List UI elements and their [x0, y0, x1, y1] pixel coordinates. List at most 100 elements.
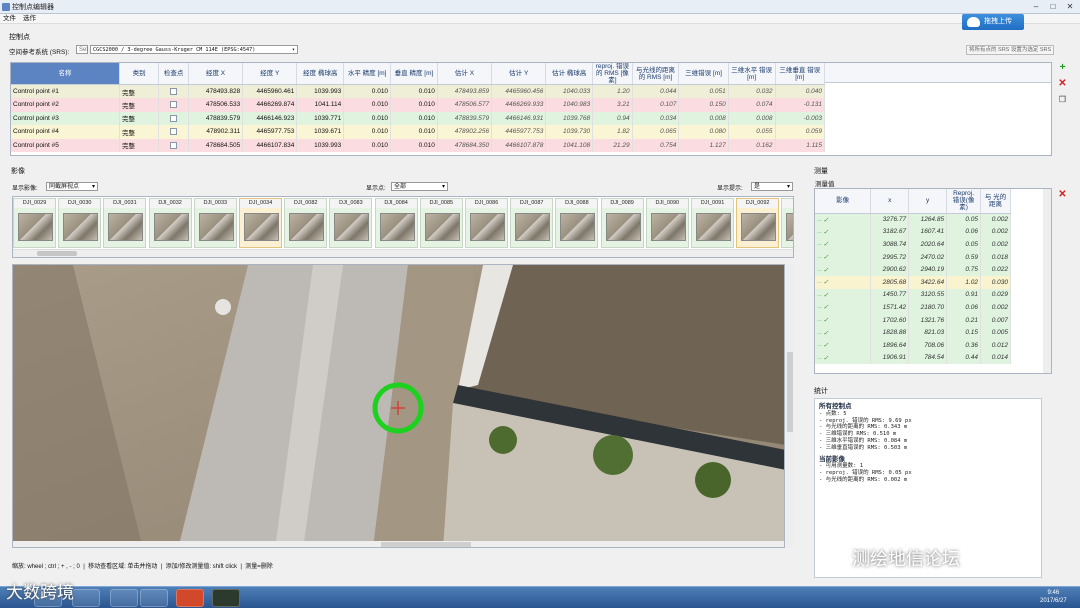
measurement-row[interactable]: ·· ✓ 2805.68 3422.64 1.02 0.030 [815, 275, 1011, 289]
measurement-row[interactable]: ·· ✓ 1828.88 821.03 0.15 0.005 [815, 326, 1011, 339]
checkpoint-checkbox[interactable] [170, 87, 178, 95]
measure-col-header[interactable]: 影像 [815, 189, 872, 214]
measure-col-header[interactable]: x [870, 189, 910, 214]
measurement-row[interactable]: ·· ✓ 2995.72 2470.02 0.59 0.018 [815, 250, 1011, 264]
gcp-col-header[interactable]: 类别 [119, 63, 160, 85]
gcp-row[interactable]: Control point #5 完整 478684.505 4466107.834 1… [11, 138, 826, 152]
add-point-icon[interactable]: + [1057, 63, 1068, 74]
gcp-col-header[interactable]: 垂直 精度 [m] [390, 63, 438, 85]
show-hint-select[interactable]: 是 ▾ [751, 182, 793, 191]
gcp-col-header[interactable]: 水平 精度 [m] [343, 63, 392, 85]
show-points-select[interactable]: 全部 ▾ [391, 182, 448, 191]
gcp-row[interactable]: Control point #4 完整 478902.311 4465977.753 1… [11, 125, 826, 139]
checkpoint-checkbox[interactable] [170, 141, 178, 149]
gcp-cell[interactable]: 478684.505 [188, 138, 244, 152]
gcp-cell[interactable]: 0.010 [343, 98, 392, 112]
gcp-cell[interactable]: 0.010 [343, 84, 392, 98]
gcp-cell[interactable]: 完整 [119, 138, 160, 152]
measurement-row[interactable]: ·· ✓ 2900.62 2940.19 0.75 0.022 [815, 263, 1011, 276]
measurement-row[interactable]: ·· ✓ 1906.91 784.54 0.44 0.014 [815, 351, 1011, 365]
gcp-cell[interactable]: 0.010 [343, 125, 392, 139]
copy-icon[interactable]: ❐ [1057, 95, 1068, 106]
gcp-cell[interactable]: 0.010 [390, 111, 438, 125]
gcp-cell[interactable]: 0.010 [390, 138, 438, 152]
measurement-row[interactable]: ·· ✓ 1571.42 2180.70 0.06 0.002 [815, 301, 1011, 314]
gcp-col-header[interactable]: 估计 椭球高 [545, 63, 594, 85]
viewer-v-thumb[interactable] [787, 352, 793, 432]
measurement-row[interactable]: ·· ✓ 3182.67 1607.41 0.06 0.002 [815, 225, 1011, 239]
gcp-cell[interactable]: 4465977.753 [242, 125, 298, 139]
gcp-row[interactable]: Control point #2 完整 478506.533 4466269.874 1… [11, 98, 826, 112]
gcp-cell[interactable]: 4466146.923 [242, 111, 298, 125]
taskbar-app3-icon[interactable] [140, 589, 168, 607]
viewer-h-scrollbar[interactable] [13, 541, 784, 547]
gcp-col-header[interactable]: 三维错误 [m] [678, 63, 729, 85]
image-thumbnail[interactable]: DJI_0087 [510, 198, 554, 248]
menu-action[interactable]: 选作 [23, 14, 36, 24]
viewer-v-scrollbar[interactable] [786, 264, 794, 548]
gcp-cell[interactable]: 完整 [119, 84, 160, 98]
minimize-button[interactable]: – [1028, 1, 1044, 12]
image-thumbnail[interactable]: DJI_0084 [374, 198, 418, 248]
gcp-col-header[interactable]: 名称 [11, 63, 120, 85]
measurement-row[interactable]: ·· ✓ 3088.74 2020.64 0.05 0.002 [815, 238, 1011, 251]
gcp-cell[interactable]: 1041.114 [296, 98, 345, 112]
gcp-cell[interactable]: 1039.993 [296, 138, 345, 152]
checkpoint-checkbox-cell[interactable] [158, 98, 189, 112]
gcp-col-header[interactable]: 经度 椭球高 [296, 63, 345, 85]
image-thumbnail[interactable]: DJI_0089 [600, 198, 644, 248]
gcp-cell[interactable]: 478902.311 [188, 125, 244, 139]
gcp-cell[interactable]: Control point #4 [11, 125, 120, 139]
measure-col-header[interactable]: Reproj. 错误(像素) [946, 189, 982, 214]
checkpoint-checkbox-cell[interactable] [158, 111, 189, 125]
gcp-col-header[interactable]: 三维水平 错误 [m] [728, 63, 776, 85]
gcp-cell[interactable]: Control point #2 [11, 98, 120, 112]
measurement-row[interactable]: ·· ✓ 1702.60 1321.76 0.21 0.007 [815, 313, 1011, 327]
image-thumbnail[interactable]: DJI_0085 [419, 198, 463, 248]
image-thumbnail[interactable]: DJI_0090 [645, 198, 689, 248]
checkpoint-checkbox[interactable] [170, 101, 178, 109]
image-thumbnail[interactable]: DJI_0031 [103, 198, 147, 248]
image-thumbnail[interactable]: DJI_0082 [284, 198, 328, 248]
gcp-cell[interactable]: 0.010 [390, 84, 438, 98]
image-thumbnail[interactable]: DJI_0034 [239, 198, 282, 248]
gcp-cell[interactable]: 完整 [119, 111, 160, 125]
delete-point-icon[interactable]: ✕ [1057, 79, 1068, 90]
image-thumbnail[interactable]: DJI_0032 [148, 198, 192, 248]
gcp-cell[interactable]: 478506.533 [188, 98, 244, 112]
strip-scrollbar[interactable] [13, 249, 793, 257]
image-thumbnail[interactable]: DJI_0030 [58, 198, 102, 248]
checkpoint-checkbox-cell[interactable] [158, 84, 189, 98]
upload-button[interactable]: 拖拽上传 [962, 14, 1024, 30]
menu-file[interactable]: 文件 [3, 14, 16, 24]
set-all-srs-button[interactable]: 将所有点的 SRS 设置为选定 SRS [966, 45, 1054, 55]
image-thumbnail[interactable]: DJI_0088 [555, 198, 599, 248]
gcp-cell[interactable]: 0.010 [343, 138, 392, 152]
delete-measurement-icon[interactable]: ✕ [1057, 190, 1068, 201]
gcp-cell[interactable]: 4466269.874 [242, 98, 298, 112]
gcp-cell[interactable]: Control point #3 [11, 111, 120, 125]
checkpoint-checkbox-cell[interactable] [158, 138, 189, 152]
taskbar-app5-icon[interactable] [212, 589, 240, 607]
close-button[interactable]: ✕ [1062, 1, 1078, 12]
gcp-col-header[interactable]: 估计 Y [491, 63, 547, 85]
image-thumbnail[interactable]: DJI_0033 [193, 198, 237, 248]
gcp-col-header[interactable]: reproj. 错误的 RMS [像素] [592, 63, 633, 85]
gcp-cell[interactable]: 1039.993 [296, 84, 345, 98]
gcp-cell[interactable]: 0.010 [343, 111, 392, 125]
taskbar-app2-icon[interactable] [110, 589, 138, 607]
gcp-cell[interactable]: 完整 [119, 125, 160, 139]
measure-scrollbar[interactable] [1043, 189, 1051, 373]
measure-col-header[interactable]: y [908, 189, 948, 214]
taskbar-app-icon[interactable] [72, 589, 100, 607]
gcp-cell[interactable]: Control point #5 [11, 138, 120, 152]
maximize-button[interactable]: □ [1045, 1, 1061, 12]
image-thumbnail[interactable]: DJ [781, 198, 793, 248]
measure-col-header[interactable]: 与 光的距离 [980, 189, 1011, 214]
gcp-row[interactable]: Control point #1 完整 478493.828 4465960.461 1… [11, 84, 826, 98]
gcp-col-header[interactable]: 检查点 [158, 63, 189, 85]
gcp-row[interactable]: Control point #3 完整 478839.579 4466146.923 1… [11, 111, 826, 125]
checkpoint-checkbox[interactable] [170, 128, 178, 136]
clock[interactable]: 9:46 2017/6/27 [1040, 589, 1067, 605]
gcp-cell[interactable]: 4466107.834 [242, 138, 298, 152]
